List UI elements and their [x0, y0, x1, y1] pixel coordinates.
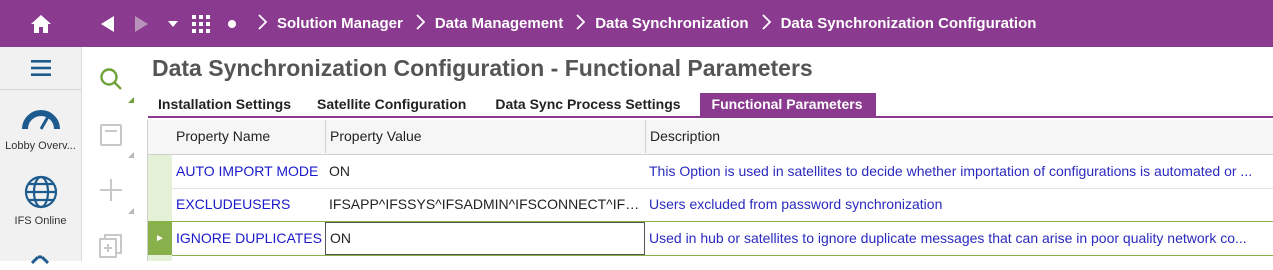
- save-icon: [100, 124, 122, 146]
- page-toolbar: [82, 47, 140, 261]
- gauge-icon: [21, 110, 60, 130]
- top-navigation-bar: Solution Manager Data Management Data Sy…: [0, 0, 1273, 47]
- property-name-cell[interactable]: EXCLUDEUSERS: [172, 188, 325, 221]
- table-row[interactable]: AUTO IMPORT MODE ON This Option is used …: [148, 155, 1273, 189]
- property-value-cell[interactable]: ON: [325, 155, 645, 188]
- save-options-caret[interactable]: [128, 152, 134, 158]
- chevron-right-icon: [576, 13, 586, 34]
- breadcrumb-item[interactable]: Data Synchronization Configuration: [781, 15, 1037, 32]
- description-cell[interactable]: Used in hub or satellites to ignore dupl…: [645, 222, 1269, 255]
- forward-arrow-icon: [135, 15, 148, 32]
- row-selector[interactable]: [148, 155, 172, 188]
- dot-icon: [228, 19, 236, 28]
- tab-functional-parameters[interactable]: Functional Parameters: [699, 93, 877, 116]
- chevron-right-icon: [761, 13, 771, 34]
- property-name-cell[interactable]: IGNORE DUPLICATES: [172, 222, 325, 255]
- row-selector[interactable]: [148, 255, 172, 261]
- lobby-overview-label: Lobby Overv...: [5, 140, 76, 152]
- property-value-cell[interactable]: IFSAPP^IFSSYS^IFSADMIN^IFSCONNECT^IFSP..…: [325, 188, 645, 221]
- table-row-selected[interactable]: ► IGNORE DUPLICATES ON Used in hub or sa…: [148, 221, 1273, 256]
- breadcrumb-item[interactable]: Data Management: [435, 15, 563, 32]
- history-dropdown-button[interactable]: [165, 0, 181, 47]
- new-options-caret[interactable]: [128, 208, 134, 214]
- next-app-icon[interactable]: [30, 252, 50, 270]
- lobby-overview-app[interactable]: Lobby Overv...: [0, 105, 81, 152]
- tab-satellite-configuration[interactable]: Satellite Configuration: [301, 93, 476, 116]
- navigator-menu-button[interactable]: [0, 47, 81, 90]
- back-arrow-icon: [101, 15, 114, 32]
- forward-button[interactable]: [131, 0, 153, 47]
- caret-down-icon: [168, 20, 178, 27]
- left-navigator: Lobby Overv... IFS Online: [0, 47, 82, 265]
- ifs-online-app[interactable]: IFS Online: [0, 175, 81, 227]
- chevron-right-icon: [258, 13, 268, 34]
- home-icon: [30, 14, 51, 33]
- column-header-property-name[interactable]: Property Name: [172, 120, 325, 153]
- plus-icon: [100, 179, 122, 201]
- chevron-right-icon: [416, 13, 426, 34]
- current-location-marker[interactable]: [225, 0, 239, 47]
- column-header-property-value[interactable]: Property Value: [325, 120, 645, 153]
- functional-parameters-table: Property Name Property Value Description…: [147, 120, 1273, 261]
- duplicate-button[interactable]: [96, 231, 126, 261]
- active-row-marker[interactable]: ►: [148, 222, 172, 255]
- description-cell[interactable]: This Option is used in satellites to dec…: [645, 155, 1269, 188]
- search-button[interactable]: [96, 64, 126, 94]
- breadcrumb-item[interactable]: Solution Manager: [277, 15, 403, 32]
- apps-grid-button[interactable]: [191, 0, 211, 47]
- tab-underline: [148, 116, 1273, 118]
- page-title: Data Synchronization Configuration - Fun…: [152, 55, 813, 81]
- grid-icon: [192, 14, 210, 33]
- property-value-cell-focused[interactable]: ON: [325, 222, 645, 255]
- home-button[interactable]: [0, 0, 81, 47]
- tab-installation-settings[interactable]: Installation Settings: [148, 93, 301, 116]
- duplicate-icon: [99, 234, 122, 258]
- tab-bar: Installation Settings Satellite Configur…: [148, 93, 877, 116]
- row-selector[interactable]: [148, 188, 172, 221]
- table-header: Property Name Property Value Description: [148, 120, 1273, 155]
- breadcrumb: Solution Manager Data Management Data Sy…: [250, 0, 1036, 47]
- ifs-online-label: IFS Online: [14, 215, 67, 227]
- new-button[interactable]: [96, 175, 126, 205]
- table-row[interactable]: EXCLUDEUSERS IFSAPP^IFSSYS^IFSADMIN^IFSC…: [148, 188, 1273, 222]
- search-options-caret[interactable]: [128, 97, 134, 103]
- property-name-cell[interactable]: AUTO IMPORT MODE: [172, 155, 325, 188]
- hamburger-icon: [30, 60, 51, 76]
- column-header-description[interactable]: Description: [645, 120, 1269, 153]
- search-icon: [100, 68, 122, 90]
- back-button[interactable]: [96, 0, 118, 47]
- save-button[interactable]: [96, 120, 126, 150]
- globe-icon: [24, 175, 57, 209]
- breadcrumb-item[interactable]: Data Synchronization: [595, 15, 748, 32]
- tab-data-sync-process-settings[interactable]: Data Sync Process Settings: [476, 93, 699, 116]
- description-cell[interactable]: Users excluded from password synchroniza…: [645, 188, 1269, 221]
